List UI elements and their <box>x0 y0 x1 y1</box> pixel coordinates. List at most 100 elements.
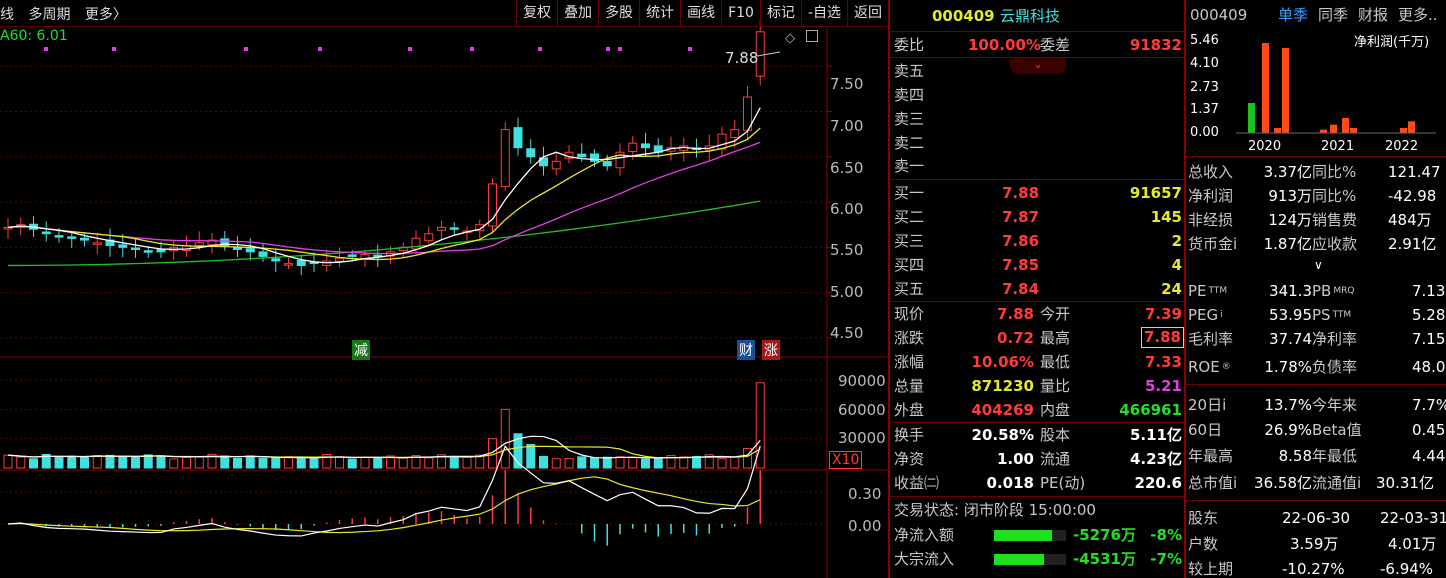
volume-bar <box>730 456 740 469</box>
window-toggle-icon[interactable] <box>806 30 818 42</box>
candle-body <box>131 247 140 250</box>
flow-bar <box>994 530 1052 541</box>
volume-bar <box>245 455 255 469</box>
holder-label: 较上期 <box>1188 560 1234 578</box>
volume-bar <box>67 455 77 469</box>
diamond-icon[interactable]: ◇ <box>785 31 795 46</box>
profit-tick-label: 2.73 <box>1190 80 1219 95</box>
val-label: PEG i <box>1188 306 1223 324</box>
period-tab[interactable]: 线 <box>0 7 14 23</box>
tab-more[interactable]: 更多.. <box>1398 4 1438 27</box>
candle-body <box>526 148 536 158</box>
stat-value: 7.88 <box>1140 327 1184 348</box>
finance-report-marker[interactable]: 财 <box>737 340 755 360</box>
perf-label: 60日 <box>1188 421 1223 439</box>
profit-year-label: 2022 <box>1385 139 1419 154</box>
perf-value: 26.9% <box>1264 421 1312 439</box>
bid-volume: 24 <box>1161 280 1182 298</box>
remove-watchlist-button[interactable]: -自选 <box>800 0 847 27</box>
event-marker <box>244 47 248 51</box>
tab-single-quarter[interactable]: 单季 <box>1278 4 1308 27</box>
volume-bar <box>16 456 26 469</box>
volume-bar <box>628 457 638 469</box>
kline-chart-panel[interactable]: 线 多周期 更多〉 复权 叠加 多股 统计 画线 F10 标记 -自选 返回 A… <box>0 0 888 578</box>
candle-body <box>271 258 281 262</box>
holder-value: 3.59万 <box>1290 535 1339 553</box>
fuquan-button[interactable]: 复权 <box>516 0 557 27</box>
val-label: PB MRQ <box>1312 282 1355 300</box>
volume-bar <box>258 457 268 469</box>
reduce-holding-marker[interactable]: 减 <box>352 340 370 360</box>
val-value: 53.95 <box>1269 306 1312 324</box>
bid-label: 买三 <box>894 232 925 250</box>
profit-bar <box>1400 128 1407 133</box>
volume-bar <box>80 456 89 469</box>
stat-value: 5.11亿 <box>1129 426 1182 444</box>
stock-name: 云鼎科技 <box>1000 7 1061 25</box>
tab-same-quarter[interactable]: 同季 <box>1318 4 1348 27</box>
flow-percent: -8% <box>1150 526 1182 544</box>
event-marker <box>618 47 622 51</box>
profit-tick-label: 0.00 <box>1190 125 1219 140</box>
perf-label: 年最高 <box>1188 447 1234 465</box>
macd-tick-label: 0.00 <box>848 517 882 535</box>
ma60-label: A60: 6.01 <box>0 28 68 44</box>
candle-body <box>296 259 306 266</box>
profit-bar <box>1408 121 1415 133</box>
more-period-tab[interactable]: 更多〉 <box>85 7 127 23</box>
price-tick-label: 6.50 <box>830 159 864 177</box>
stat-label: 最低 <box>1040 353 1071 371</box>
perf-value: 0.45 <box>1412 421 1446 439</box>
fin-value: 484万 <box>1388 211 1432 229</box>
stat-label: 总量 <box>894 377 925 395</box>
stat-value: 466961 <box>1119 401 1182 419</box>
volume-bar <box>692 455 701 469</box>
flow-value: -5276万 <box>1073 526 1136 544</box>
candle-body <box>628 142 638 153</box>
volume-bar <box>309 458 319 469</box>
volume-bar <box>194 456 204 469</box>
profit-bar <box>1342 118 1349 133</box>
event-marker <box>408 47 412 51</box>
bid-label: 买五 <box>894 280 925 298</box>
volume-bar <box>347 458 357 469</box>
stat-label: 最高 <box>1040 329 1071 347</box>
event-marker <box>44 47 48 51</box>
event-marker <box>606 47 610 51</box>
expand-icon[interactable]: ∨ <box>1314 258 1323 272</box>
flow-bar-track <box>994 530 1066 541</box>
limit-up-marker[interactable]: 涨 <box>762 340 780 360</box>
event-marker <box>688 47 692 51</box>
stat-label: 涨跌 <box>894 329 925 347</box>
order-ratio-label: 委比 <box>894 36 925 54</box>
stat-label: 今开 <box>1040 305 1071 323</box>
order-ratio-value: 100.00% <box>968 36 1041 54</box>
price-tick-label: 5.00 <box>830 283 864 301</box>
volume-bar <box>182 456 191 469</box>
stat-label: 涨幅 <box>894 353 925 371</box>
price-tick-label: 5.50 <box>830 241 864 259</box>
volume-bar <box>118 456 128 469</box>
stat-label: 换手 <box>894 426 925 444</box>
overlay-button[interactable]: 叠加 <box>557 0 598 27</box>
candle-body <box>284 263 293 266</box>
ask-label: 卖五 <box>894 62 925 80</box>
f10-button[interactable]: F10 <box>721 0 760 27</box>
back-button[interactable]: 返回 <box>847 0 888 27</box>
draw-line-button[interactable]: 画线 <box>680 0 721 27</box>
stat-label: 现价 <box>894 305 925 323</box>
volume-bar <box>105 454 115 469</box>
fin-label: 销售费 <box>1312 211 1358 229</box>
kline-chart[interactable] <box>0 0 888 578</box>
candle-body <box>245 248 255 253</box>
multi-period-tab[interactable]: 多周期 <box>28 7 70 23</box>
mark-button[interactable]: 标记 <box>759 0 801 27</box>
stat-label: 股本 <box>1040 426 1071 444</box>
perf-label: 年最低 <box>1312 447 1358 465</box>
event-marker <box>470 47 474 51</box>
volume-bar <box>462 456 472 469</box>
statistics-button[interactable]: 统计 <box>639 0 680 27</box>
tab-financial-report[interactable]: 财报 <box>1358 4 1388 27</box>
multi-stock-button[interactable]: 多股 <box>598 0 639 27</box>
volume-bar <box>717 458 727 469</box>
